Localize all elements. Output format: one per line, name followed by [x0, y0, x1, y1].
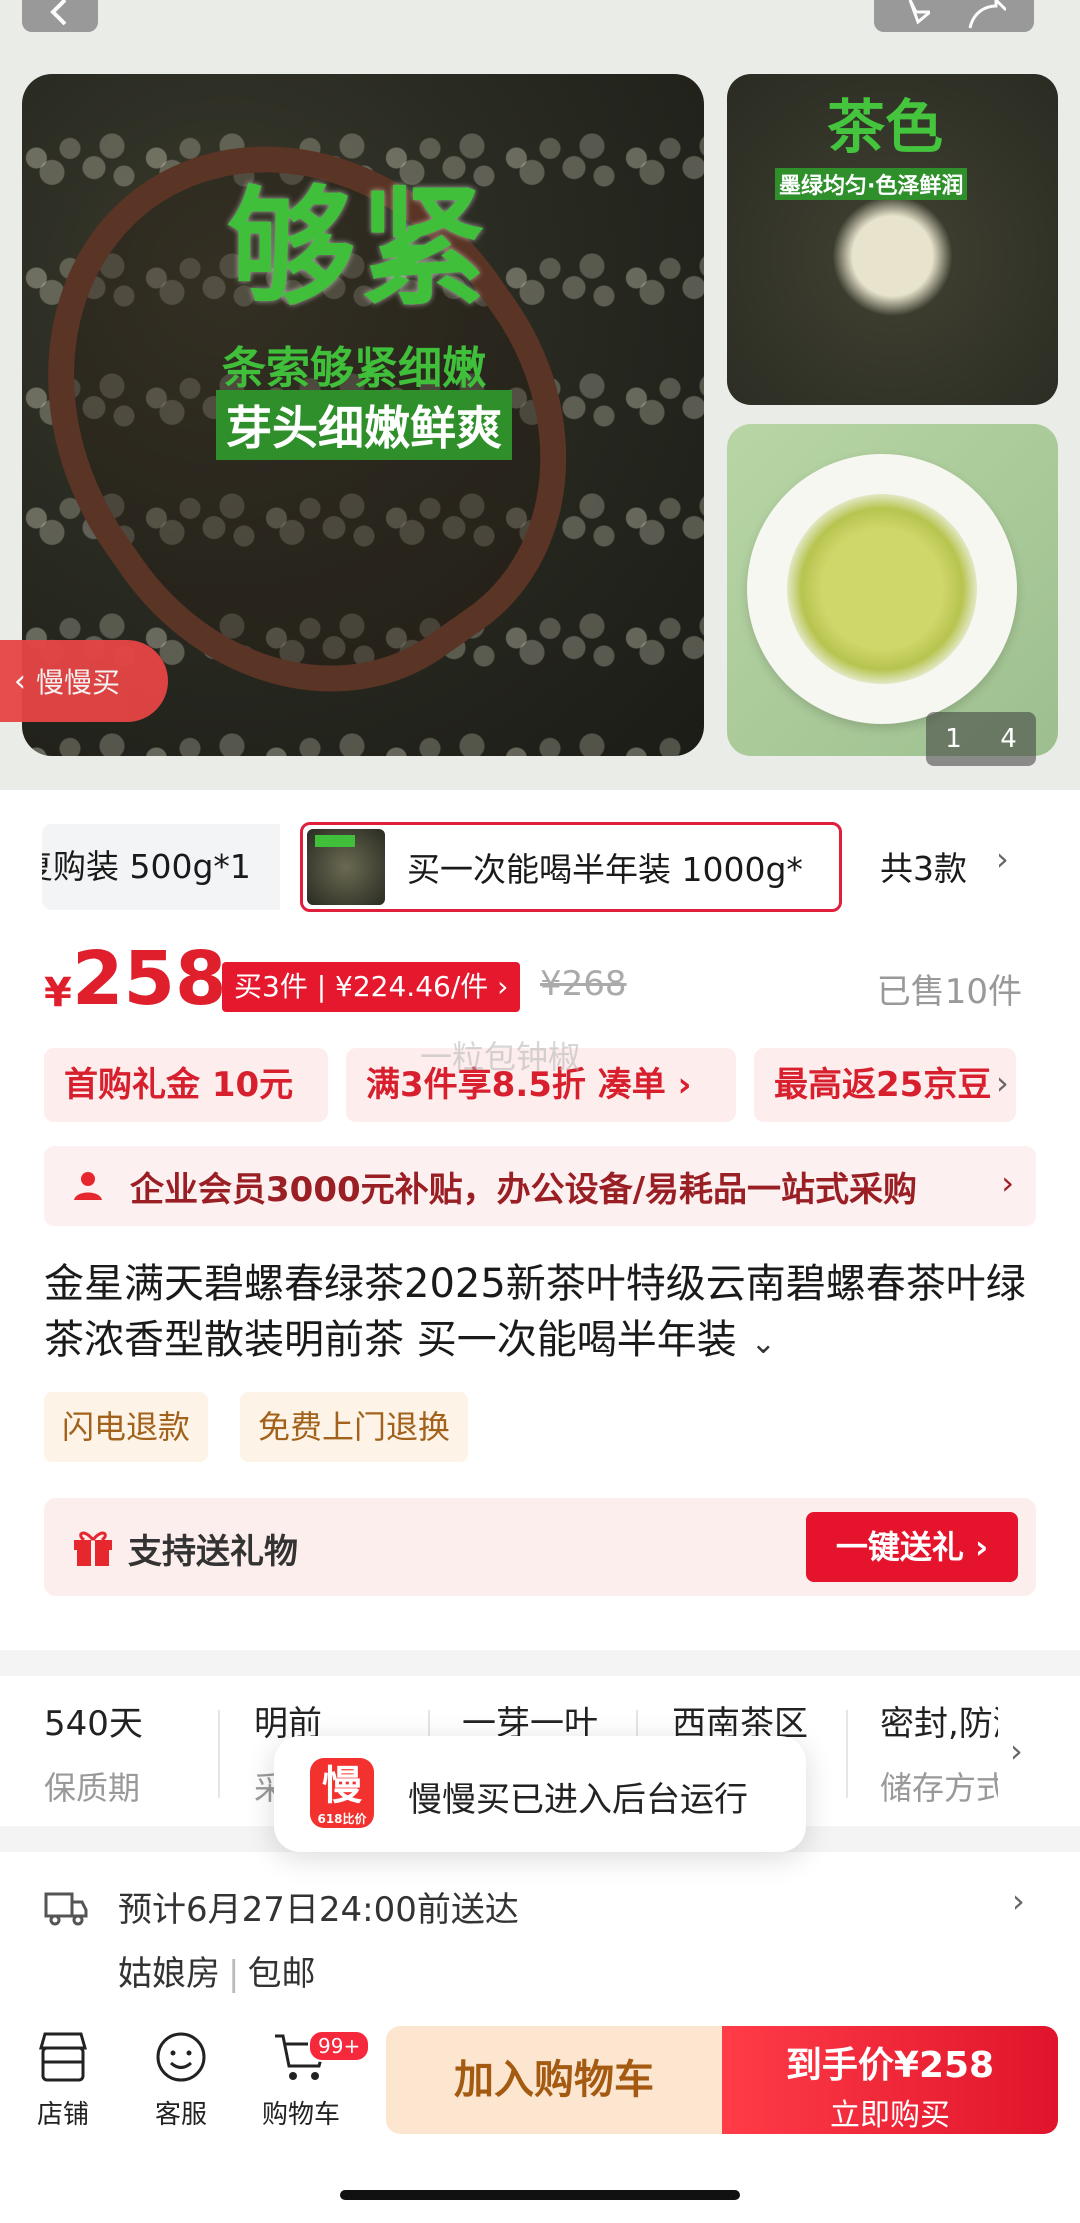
add-to-cart-button[interactable]: 加入购物车 — [386, 2026, 722, 2134]
image-subheadline: 条索够紧细嫩 — [222, 343, 486, 394]
store-button[interactable]: 店铺 — [8, 2030, 118, 2131]
buy-now-label: 立即购买 — [830, 2098, 950, 2133]
cart-badge: 99+ — [308, 2030, 371, 2062]
customer-service-button[interactable]: 客服 — [126, 2030, 236, 2131]
spec-key: 保质期 — [44, 1769, 141, 1807]
separator: | — [228, 1954, 240, 1994]
chevron-left-icon: ‹ — [14, 663, 26, 699]
original-price: ¥268 — [540, 964, 627, 1004]
spec-key: 储存方式 — [880, 1769, 998, 1807]
send-gift-button[interactable]: 一键送礼 › — [806, 1512, 1018, 1582]
app-icon-glyph: 慢 — [322, 1763, 362, 1809]
store-icon — [39, 2032, 87, 2082]
current-price: 258 — [72, 936, 227, 1022]
gift-banner: 支持送礼物 一键送礼 › — [44, 1498, 1036, 1596]
side-image-title: 茶色 — [827, 93, 944, 161]
back-button[interactable] — [22, 0, 98, 32]
buy-now-price: 到手价¥258 — [785, 2045, 995, 2086]
pager-total: 4 — [1000, 724, 1017, 754]
spec-item: 540天 保质期 — [44, 1696, 224, 1809]
slow-buy-label: 慢慢买 — [36, 666, 121, 699]
side-image-color[interactable]: 茶色 墨绿均匀·色泽鲜润 — [727, 74, 1058, 405]
product-gallery[interactable]: 够紧 条索够紧细嫩 芽头细嫩鲜爽 茶色 墨绿均匀·色泽鲜润 1 4 ‹ 慢慢买 — [0, 0, 1080, 790]
variant-selector: 复购装 500g*1 买一次能喝半年装 1000g* 共3款 › — [0, 822, 1080, 914]
variant-count[interactable]: 共3款 — [880, 842, 967, 890]
home-indicator[interactable] — [340, 2190, 740, 2200]
toast-notification: 慢 618比价 慢慢买已进入后台运行 — [274, 1736, 806, 1852]
pager-current: 1 — [945, 724, 962, 754]
slow-buy-floating-button[interactable]: ‹ 慢慢买 — [0, 640, 168, 722]
spec-item: 密封,防潮 储存方式 — [880, 1696, 998, 1809]
chevron-right-icon: › — [1012, 1882, 1025, 1920]
price-row: ¥ 258 买3件 | ¥224.46/件 › ¥268 已售10件 — [0, 936, 1080, 1030]
delivery-details: 姑娘房 | 包邮 — [118, 1946, 315, 1995]
watermark-text: 一粒包钟椒 — [420, 1038, 581, 1076]
side-image-cup[interactable] — [727, 424, 1058, 756]
slow-buy-app-icon: 慢 618比价 — [310, 1758, 374, 1828]
variant-selected-label: 买一次能喝半年装 1000g* — [407, 850, 803, 889]
delivery-section[interactable]: 预计6月27日24:00前送达 姑娘房 | 包邮 › — [0, 1852, 1080, 2012]
app-icon-caption: 618比价 — [317, 1812, 367, 1826]
chevron-right-icon: › — [1001, 1164, 1014, 1202]
variant-option-selected[interactable]: 买一次能喝半年装 1000g* — [300, 822, 842, 912]
person-icon — [74, 1172, 102, 1200]
promo-chip-rebate[interactable]: 最高返25京豆 — [754, 1048, 1016, 1122]
side-image-subtitle: 墨绿均匀·色泽鲜润 — [775, 168, 968, 200]
cart-label: 购物车 — [261, 2100, 340, 2130]
chevron-right-icon[interactable]: › — [1010, 1732, 1023, 1770]
currency-symbol: ¥ — [44, 970, 72, 1016]
store-label: 店铺 — [36, 2100, 89, 2130]
gift-icon — [74, 1531, 112, 1566]
spec-value: 密封,防潮 — [880, 1704, 998, 1744]
member-banner-text: 企业会员3000元补贴，办公设备/易耗品一站式采购 — [130, 1169, 918, 1210]
chevron-right-icon[interactable]: › — [996, 840, 1009, 878]
buy-now-button[interactable]: 到手价¥258 立即购买 — [722, 2026, 1058, 2134]
service-tag-refund[interactable]: 闪电退款 — [44, 1392, 209, 1462]
bulk-offer-badge[interactable]: 买3件 | ¥224.46/件 › — [222, 962, 521, 1012]
delivery-eta: 预计6月27日24:00前送达 — [118, 1890, 519, 1930]
gift-label: 支持送礼物 — [128, 1532, 298, 1572]
image-pager: 1 4 — [926, 712, 1036, 766]
service-tag-return[interactable]: 免费上门退换 — [240, 1392, 469, 1462]
product-title[interactable]: 金星满天碧螺春绿茶2025新茶叶特级云南碧螺春茶叶绿茶浓香型散装明前茶 买一次能… — [44, 1256, 1044, 1372]
share-icon[interactable] — [966, 0, 1006, 30]
delivery-location: 姑娘房 — [118, 1954, 220, 1994]
chevron-right-icon[interactable]: › — [996, 1064, 1009, 1102]
truck-icon — [44, 1892, 88, 1926]
shipping-info: 包邮 — [247, 1954, 316, 1994]
spec-divider — [846, 1710, 848, 1798]
promo-chip-first-purchase[interactable]: 首购礼金 10元 — [44, 1048, 328, 1122]
tea-cup — [747, 454, 1017, 724]
image-subheadline-box: 芽头细嫩鲜爽 — [216, 390, 512, 460]
variant-option-partial[interactable]: 复购装 500g*1 — [42, 824, 280, 910]
top-actions — [874, 0, 1034, 32]
chevron-down-icon[interactable]: ⌄ — [751, 1326, 776, 1361]
toast-message: 慢慢买已进入后台运行 — [408, 1780, 748, 1820]
back-arrow-icon — [50, 0, 67, 26]
cart-button[interactable]: 99+ 购物车 — [246, 2030, 371, 2131]
smile-icon — [156, 2032, 206, 2082]
variant-thumbnail — [307, 829, 385, 905]
spec-value: 540天 — [44, 1704, 143, 1744]
image-headline: 够紧 — [227, 174, 492, 323]
sold-count: 已售10件 — [876, 972, 1022, 1012]
section-divider — [0, 1650, 1080, 1676]
tea-liquid — [787, 494, 977, 684]
product-title-text: 金星满天碧螺春绿茶2025新茶叶特级云南碧螺春茶叶绿茶浓香型散装明前茶 买一次能… — [44, 1261, 1026, 1363]
spec-divider — [218, 1710, 220, 1798]
service-label: 客服 — [154, 2100, 207, 2130]
enterprise-member-banner[interactable]: 企业会员3000元补贴，办公设备/易耗品一站式采购 › — [44, 1146, 1036, 1226]
favorite-icon[interactable] — [890, 0, 930, 30]
